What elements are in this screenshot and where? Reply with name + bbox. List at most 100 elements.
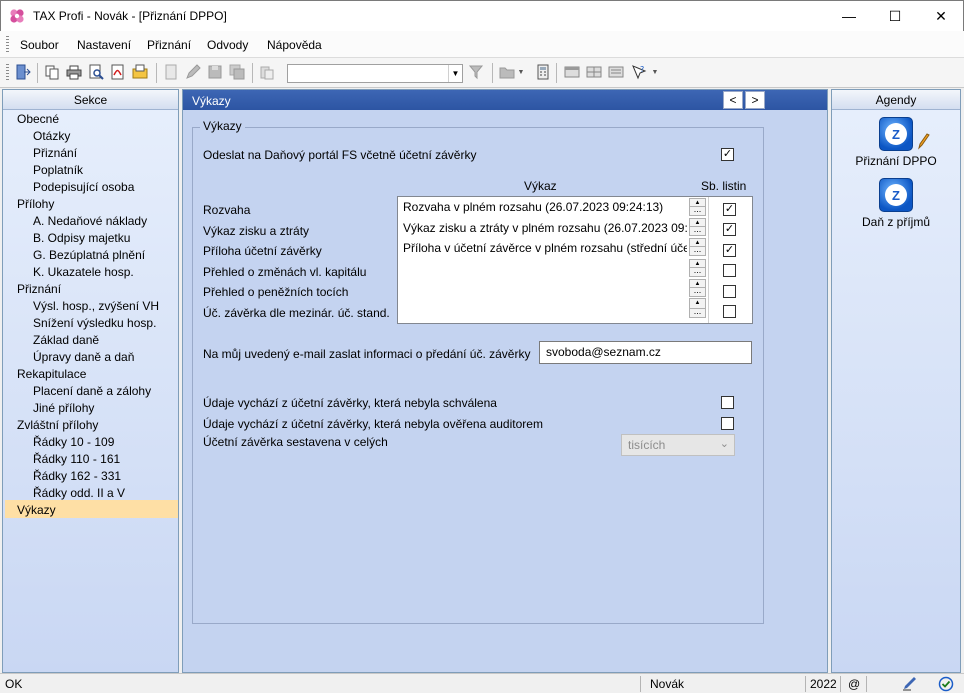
section-rekapitulace[interactable]: Rekapitulace [17,367,86,381]
vykaz-value-vzz[interactable]: Výkaz zisku a ztráty v plném rozsahu (26… [403,221,687,235]
send-checkbox[interactable]: ✓ [721,148,734,161]
dppo-agenda-icon[interactable]: Z [879,117,913,151]
section-priznani[interactable]: Přiznání [17,282,61,296]
section-item[interactable]: G. Bezúplatná plnění [33,248,145,262]
content-title: Výkazy [192,94,231,108]
agenda-dan-label[interactable]: Daň z příjmů [832,215,960,229]
browse-button[interactable]: ... [689,205,706,216]
section-item[interactable]: Řádky 110 - 161 [33,452,120,466]
menu-napoveda[interactable]: Nápověda [267,38,322,52]
section-item[interactable]: Řádky odd. II a V [33,486,125,500]
browse-button[interactable]: ... [689,286,706,297]
status-bar: OK Novák 2022 @ [0,673,964,693]
app-logo-icon [10,9,24,23]
exit-icon[interactable] [14,63,32,81]
layout3-icon[interactable] [607,63,625,81]
browse-button[interactable]: ... [689,245,706,256]
sb-checkbox-toky[interactable] [723,285,736,298]
maximize-button[interactable]: ☐ [872,1,918,31]
units-select[interactable]: tisících ⌄ [621,434,735,456]
section-item[interactable]: Výsl. hosp., zvýšení VH [33,299,159,313]
section-item[interactable]: Základ daně [33,333,99,347]
toolbar-combo[interactable]: ▼ [287,64,463,83]
help-dropdown-icon[interactable]: ▼ [650,63,660,81]
section-item[interactable]: Otázky [33,129,70,143]
section-item[interactable]: Úpravy daně a daň [33,350,134,364]
email-field[interactable]: svoboda@seznam.cz [539,341,752,364]
layout2-icon[interactable] [585,63,603,81]
toolbar-grip [6,64,9,82]
groupbox-label: Výkazy [200,119,245,133]
svg-text:?: ? [640,65,644,74]
menu-bar: Soubor Nastavení Přiznání Odvody Nápověd… [0,31,964,58]
menu-nastaveni[interactable]: Nastavení [77,38,131,52]
section-item[interactable]: Snížení výsledku hosp. [33,316,156,330]
layout1-icon[interactable] [563,63,581,81]
preview-icon[interactable] [87,63,105,81]
unaudited-checkbox[interactable] [721,417,734,430]
next-button[interactable]: > [745,91,765,109]
section-vykazy[interactable]: Výkazy [17,503,56,517]
section-item[interactable]: Řádky 162 - 331 [33,469,121,483]
help-icon[interactable]: ? [630,63,648,81]
export-icon[interactable] [131,63,149,81]
menu-priznani[interactable]: Přiznání [147,38,191,52]
col-vykaz-header: Výkaz [524,179,557,193]
section-item[interactable]: B. Odpisy majetku [33,231,130,245]
sb-checkbox-rozvaha[interactable]: ✓ [723,203,736,216]
sb-checkbox-ifrs[interactable] [723,305,736,318]
unapproved-checkbox[interactable] [721,396,734,409]
col-sb-listin-header: Sb. listin [701,179,747,193]
section-item[interactable]: Placení daně a zálohy [33,384,151,398]
sb-checkbox-vzz[interactable]: ✓ [723,223,736,236]
email-label: Na můj uvedený e-mail zaslat informaci o… [203,347,531,361]
section-obecne[interactable]: Obecné [17,112,59,126]
paste-icon[interactable] [258,63,276,81]
unapproved-label: Údaje vychází z účetní závěrky, která ne… [203,396,497,410]
section-item[interactable]: Podepisující osoba [33,180,134,194]
section-prilohy[interactable]: Přílohy [17,197,54,211]
status-text: OK [5,677,23,691]
menu-odvody[interactable]: Odvody [207,38,248,52]
pdf-icon[interactable] [109,63,127,81]
new-icon[interactable] [162,63,180,81]
vykaz-value-priloha[interactable]: Příloha v účetní závěrce v plném rozsahu… [403,241,687,255]
calculator-icon[interactable] [534,63,552,81]
folder-icon[interactable] [498,63,516,81]
dan-z-prijmu-agenda-icon[interactable]: Z [879,178,913,212]
row-label-vzz: Výkaz zisku a ztráty [203,224,310,238]
section-item[interactable]: A. Nedaňové náklady [33,214,147,228]
section-item[interactable]: Jiné přílohy [33,401,94,415]
menu-soubor[interactable]: Soubor [20,38,59,52]
prev-button[interactable]: < [723,91,743,109]
section-item[interactable]: Řádky 10 - 109 [33,435,114,449]
print-icon[interactable] [65,63,83,81]
sb-checkbox-priloha[interactable]: ✓ [723,244,736,257]
chevron-down-icon[interactable]: ▼ [448,65,462,82]
browse-button[interactable]: ... [689,225,706,236]
title-bar: TAX Profi - Novák - [Přiznání DPPO] — ☐ … [0,0,964,31]
agendas-header: Agendy [832,90,960,110]
status-at: @ [848,677,861,691]
save-icon[interactable] [206,63,224,81]
minimize-button[interactable]: — [826,1,872,31]
save-all-icon[interactable] [228,63,246,81]
folder-dropdown-icon[interactable]: ▼ [516,63,526,81]
sb-checkbox-kapital[interactable] [723,264,736,277]
units-value: tisících [628,438,666,452]
content-header: Výkazy < > [183,90,827,110]
vykaz-list: Rozvaha v plném rozsahu (26.07.2023 09:2… [397,196,753,324]
section-item[interactable]: Přiznání [33,146,77,160]
browse-button[interactable]: ... [689,307,706,318]
vykaz-value-rozvaha[interactable]: Rozvaha v plném rozsahu (26.07.2023 09:2… [403,200,687,214]
section-zvlastni-prilohy[interactable]: Zvláštní přílohy [17,418,98,432]
browse-button[interactable]: ... [689,266,706,277]
filter-icon[interactable] [468,63,486,81]
section-item[interactable]: Poplatník [33,163,83,177]
pencil-icon [918,133,930,150]
section-item[interactable]: K. Ukazatele hosp. [33,265,134,279]
edit-icon[interactable] [184,63,202,81]
copy-icon[interactable] [43,63,61,81]
agenda-dppo-label[interactable]: Přiznání DPPO [832,154,960,168]
close-button[interactable]: ✕ [918,1,964,31]
